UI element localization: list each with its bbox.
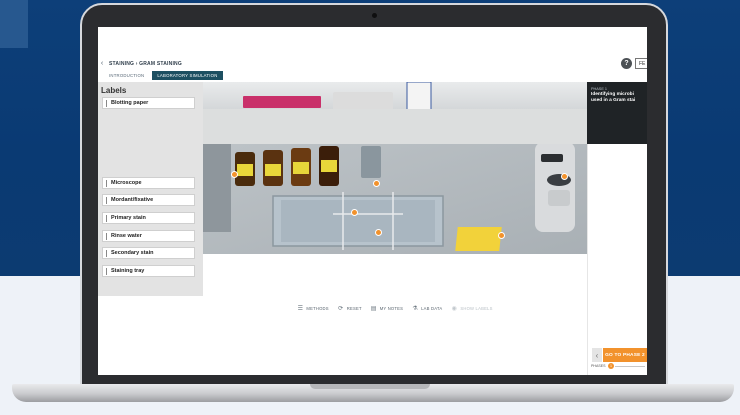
tab-bar: INTRODUCTION LABORATORY SIMULATION [104, 71, 223, 80]
bottle-iodine [263, 150, 283, 186]
list-icon: ☰ [297, 305, 304, 312]
back-button[interactable]: ‹ [592, 348, 602, 362]
label-text: Mordant/fixative [111, 197, 154, 203]
tab-introduction[interactable]: INTRODUCTION [104, 71, 149, 80]
drag-handle-icon [106, 232, 107, 240]
lab-data-label: LAB DATA [421, 305, 443, 311]
label-mordant-fixative[interactable]: Mordant/fixative [102, 194, 195, 206]
breadcrumb-text: STAINING › GRAM STAINING [109, 60, 182, 67]
phase-panel: PHASE 1 Identifying microbi used in a Gr… [587, 82, 647, 144]
my-notes-button[interactable]: ▤ MY NOTES [370, 305, 404, 312]
laptop-screen: ‹ STAINING › GRAM STAINING INTRODUCTION … [98, 27, 647, 375]
phase-track [615, 366, 645, 367]
drag-handle-icon [106, 249, 107, 257]
hotspot-marker[interactable] [561, 173, 568, 180]
hotspot-marker[interactable] [498, 232, 505, 239]
bottle-safranin [319, 146, 339, 186]
chevron-left-icon[interactable]: ‹ [98, 59, 106, 68]
notes-icon: ▤ [370, 305, 377, 312]
label-blotting-paper[interactable]: Blotting paper [102, 97, 195, 109]
reset-icon: ⟳ [338, 305, 344, 312]
laptop-notch [310, 384, 430, 389]
label-text: Microscope [111, 180, 142, 186]
drag-handle-icon [106, 267, 107, 275]
phase-tag: PHASE 1 [591, 87, 608, 91]
lab-data-button[interactable]: ⚗ LAB DATA [412, 305, 443, 312]
chevron-left-icon: ‹ [595, 350, 599, 360]
show-labels-label: SHOW LABELS [460, 305, 493, 311]
staining-tray-inner [281, 200, 435, 242]
label-rinse-water[interactable]: Rinse water [102, 230, 195, 242]
overlay-band [203, 109, 647, 144]
go-to-phase-button[interactable]: GO TO PHASE 2 [603, 348, 647, 362]
eye-icon: ◉ [451, 305, 458, 312]
my-notes-label: MY NOTES [379, 305, 404, 311]
label-primary-stain[interactable]: Primary stain [102, 212, 195, 224]
camera-dot [372, 13, 377, 18]
microscope-shape [535, 142, 575, 232]
flask-icon: ⚗ [412, 305, 418, 312]
tab-laboratory-simulation[interactable]: LABORATORY SIMULATION [152, 71, 223, 80]
hotspot-marker[interactable] [231, 171, 238, 178]
help-icon[interactable]: ? [621, 58, 632, 69]
hotspot-marker[interactable] [351, 209, 358, 216]
label-secondary-stain[interactable]: Secondary stain [102, 247, 195, 259]
drag-handle-icon [106, 214, 107, 222]
scene-footer-area [203, 254, 587, 296]
bottle-ethanol [291, 148, 311, 186]
drag-handle-icon [106, 99, 107, 107]
phases-label: PHASES [591, 364, 606, 368]
labels-panel: Labels Blotting paper Microscope Mordant… [98, 82, 203, 296]
label-text: Blotting paper [111, 100, 149, 106]
hotspot-marker[interactable] [375, 229, 382, 236]
blotting-paper-shape [455, 227, 502, 251]
water-bottle [361, 146, 381, 178]
header-button[interactable]: FE [635, 58, 647, 69]
label-text: Rinse water [111, 233, 142, 239]
labels-title: Labels [101, 86, 127, 95]
breadcrumb: ‹ STAINING › GRAM STAINING [98, 59, 182, 68]
lab-scene-illustration [203, 82, 587, 254]
drag-handle-icon [106, 196, 107, 204]
label-staining-tray[interactable]: Staining tray [102, 265, 195, 277]
lab-scene [203, 82, 587, 254]
drag-handle-icon [106, 179, 107, 187]
methods-button[interactable]: ☰ METHODS [297, 305, 329, 312]
reset-button[interactable]: ⟳ RESET [338, 305, 362, 312]
slide-box [243, 96, 321, 108]
sink [203, 140, 231, 232]
bottom-toolbar: ☰ METHODS ⟳ RESET ▤ MY NOTES ⚗ LAB DATA ◉ SHO… [203, 303, 587, 313]
reset-label: RESET [346, 305, 362, 311]
label-text: Secondary stain [111, 250, 154, 256]
show-labels-button[interactable]: ◉ SHOW LABELS [451, 305, 493, 312]
phase-title: Identifying microbi used in a Gram stai [591, 92, 636, 103]
tray-back [333, 92, 393, 110]
right-panel [587, 144, 647, 375]
background-stripe [0, 0, 28, 48]
label-text: Primary stain [111, 215, 146, 221]
bottle-crystal-violet [235, 152, 255, 186]
label-text: Staining tray [111, 268, 145, 274]
hotspot-marker[interactable] [373, 180, 380, 187]
slides-box [406, 82, 432, 111]
label-microscope[interactable]: Microscope [102, 177, 195, 189]
phase-indicator[interactable]: 1 [608, 363, 614, 369]
methods-label: METHODS [306, 305, 329, 311]
